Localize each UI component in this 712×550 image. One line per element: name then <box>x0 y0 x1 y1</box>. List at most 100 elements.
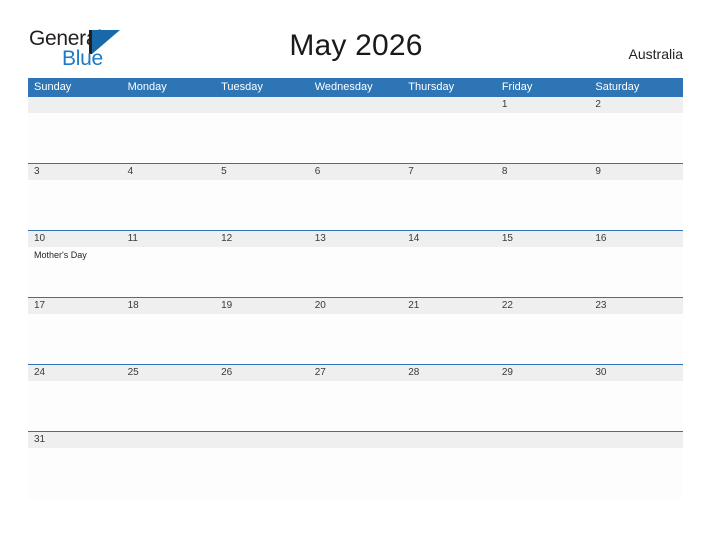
calendar-page: General Blue May 2026 Australia Sunday M… <box>0 0 712 550</box>
day-number[interactable]: 23 <box>589 298 683 314</box>
day-number-band: 17 18 19 20 21 22 23 <box>28 298 683 314</box>
day-event[interactable] <box>496 381 590 430</box>
day-number[interactable] <box>122 97 216 113</box>
day-event[interactable] <box>122 180 216 229</box>
day-number[interactable] <box>496 432 590 448</box>
day-number[interactable]: 6 <box>309 164 403 180</box>
day-number[interactable] <box>402 97 496 113</box>
day-number[interactable]: 26 <box>215 365 309 381</box>
day-number[interactable]: 27 <box>309 365 403 381</box>
day-number[interactable]: 12 <box>215 231 309 247</box>
day-number[interactable] <box>28 97 122 113</box>
day-event[interactable] <box>215 381 309 430</box>
day-event[interactable] <box>589 381 683 430</box>
day-number[interactable]: 29 <box>496 365 590 381</box>
day-event[interactable] <box>28 314 122 363</box>
day-number[interactable]: 24 <box>28 365 122 381</box>
day-event[interactable] <box>309 113 403 162</box>
day-event[interactable] <box>122 381 216 430</box>
weekday-header-sunday: Sunday <box>34 81 72 93</box>
day-event[interactable] <box>309 448 403 497</box>
day-number[interactable]: 16 <box>589 231 683 247</box>
day-number[interactable] <box>215 97 309 113</box>
day-event[interactable] <box>215 314 309 363</box>
day-number[interactable]: 2 <box>589 97 683 113</box>
day-event[interactable] <box>215 448 309 497</box>
day-number[interactable]: 11 <box>122 231 216 247</box>
day-event[interactable] <box>589 113 683 162</box>
day-event[interactable]: Mother's Day <box>28 247 122 296</box>
day-event[interactable] <box>122 314 216 363</box>
day-number-band: 1 2 <box>28 97 683 113</box>
day-event[interactable] <box>215 113 309 162</box>
day-number[interactable] <box>122 432 216 448</box>
day-event[interactable] <box>122 113 216 162</box>
day-event[interactable] <box>122 247 216 296</box>
day-event[interactable] <box>496 113 590 162</box>
day-number[interactable]: 9 <box>589 164 683 180</box>
day-event[interactable] <box>496 448 590 497</box>
day-number[interactable] <box>402 432 496 448</box>
calendar-grid: Sunday Monday Tuesday Wednesday Thursday… <box>28 78 683 499</box>
day-number[interactable]: 25 <box>122 365 216 381</box>
day-number[interactable]: 30 <box>589 365 683 381</box>
day-event[interactable] <box>28 113 122 162</box>
day-event[interactable] <box>402 113 496 162</box>
day-event[interactable] <box>28 448 122 497</box>
day-event[interactable] <box>402 448 496 497</box>
day-number[interactable] <box>215 432 309 448</box>
day-number[interactable]: 18 <box>122 298 216 314</box>
day-event-band <box>28 180 683 229</box>
day-event[interactable] <box>589 448 683 497</box>
weekday-header-monday: Monday <box>127 81 167 93</box>
weekday-header-row: Sunday Monday Tuesday Wednesday Thursday… <box>28 78 683 97</box>
week-row: 17 18 19 20 21 22 23 <box>28 298 683 365</box>
day-number[interactable]: 13 <box>309 231 403 247</box>
day-event[interactable] <box>28 381 122 430</box>
day-event[interactable] <box>309 180 403 229</box>
day-event[interactable] <box>28 180 122 229</box>
day-number[interactable]: 15 <box>496 231 590 247</box>
day-number[interactable]: 20 <box>309 298 403 314</box>
day-event[interactable] <box>402 381 496 430</box>
day-number[interactable]: 17 <box>28 298 122 314</box>
day-event[interactable] <box>496 180 590 229</box>
day-number-band: 24 25 26 27 28 29 30 <box>28 365 683 381</box>
day-event[interactable] <box>309 247 403 296</box>
day-event-band: Mother's Day <box>28 247 683 296</box>
day-event[interactable] <box>496 314 590 363</box>
day-number[interactable]: 7 <box>402 164 496 180</box>
week-row: 1 2 <box>28 97 683 164</box>
day-event[interactable] <box>496 247 590 296</box>
day-number[interactable]: 31 <box>28 432 122 448</box>
week-row: 31 <box>28 432 683 499</box>
day-event[interactable] <box>589 247 683 296</box>
day-number[interactable] <box>309 97 403 113</box>
day-number[interactable]: 10 <box>28 231 122 247</box>
day-event[interactable] <box>402 247 496 296</box>
day-number[interactable]: 28 <box>402 365 496 381</box>
day-number[interactable]: 14 <box>402 231 496 247</box>
day-number[interactable]: 21 <box>402 298 496 314</box>
day-number[interactable]: 4 <box>122 164 216 180</box>
day-event[interactable] <box>215 247 309 296</box>
day-event[interactable] <box>309 381 403 430</box>
day-number[interactable]: 22 <box>496 298 590 314</box>
week-row: 10 11 12 13 14 15 16 Mother's Day <box>28 231 683 298</box>
day-number[interactable]: 3 <box>28 164 122 180</box>
day-number-band: 3 4 5 6 7 8 9 <box>28 164 683 180</box>
day-number[interactable] <box>589 432 683 448</box>
day-event[interactable] <box>589 180 683 229</box>
day-event[interactable] <box>589 314 683 363</box>
day-event[interactable] <box>402 180 496 229</box>
day-event[interactable] <box>309 314 403 363</box>
day-event[interactable] <box>402 314 496 363</box>
day-number[interactable]: 19 <box>215 298 309 314</box>
day-event[interactable] <box>215 180 309 229</box>
day-number[interactable]: 8 <box>496 164 590 180</box>
weekday-header-wednesday: Wednesday <box>314 81 373 93</box>
day-number[interactable] <box>309 432 403 448</box>
day-event[interactable] <box>122 448 216 497</box>
day-number[interactable]: 1 <box>496 97 590 113</box>
day-number[interactable]: 5 <box>215 164 309 180</box>
